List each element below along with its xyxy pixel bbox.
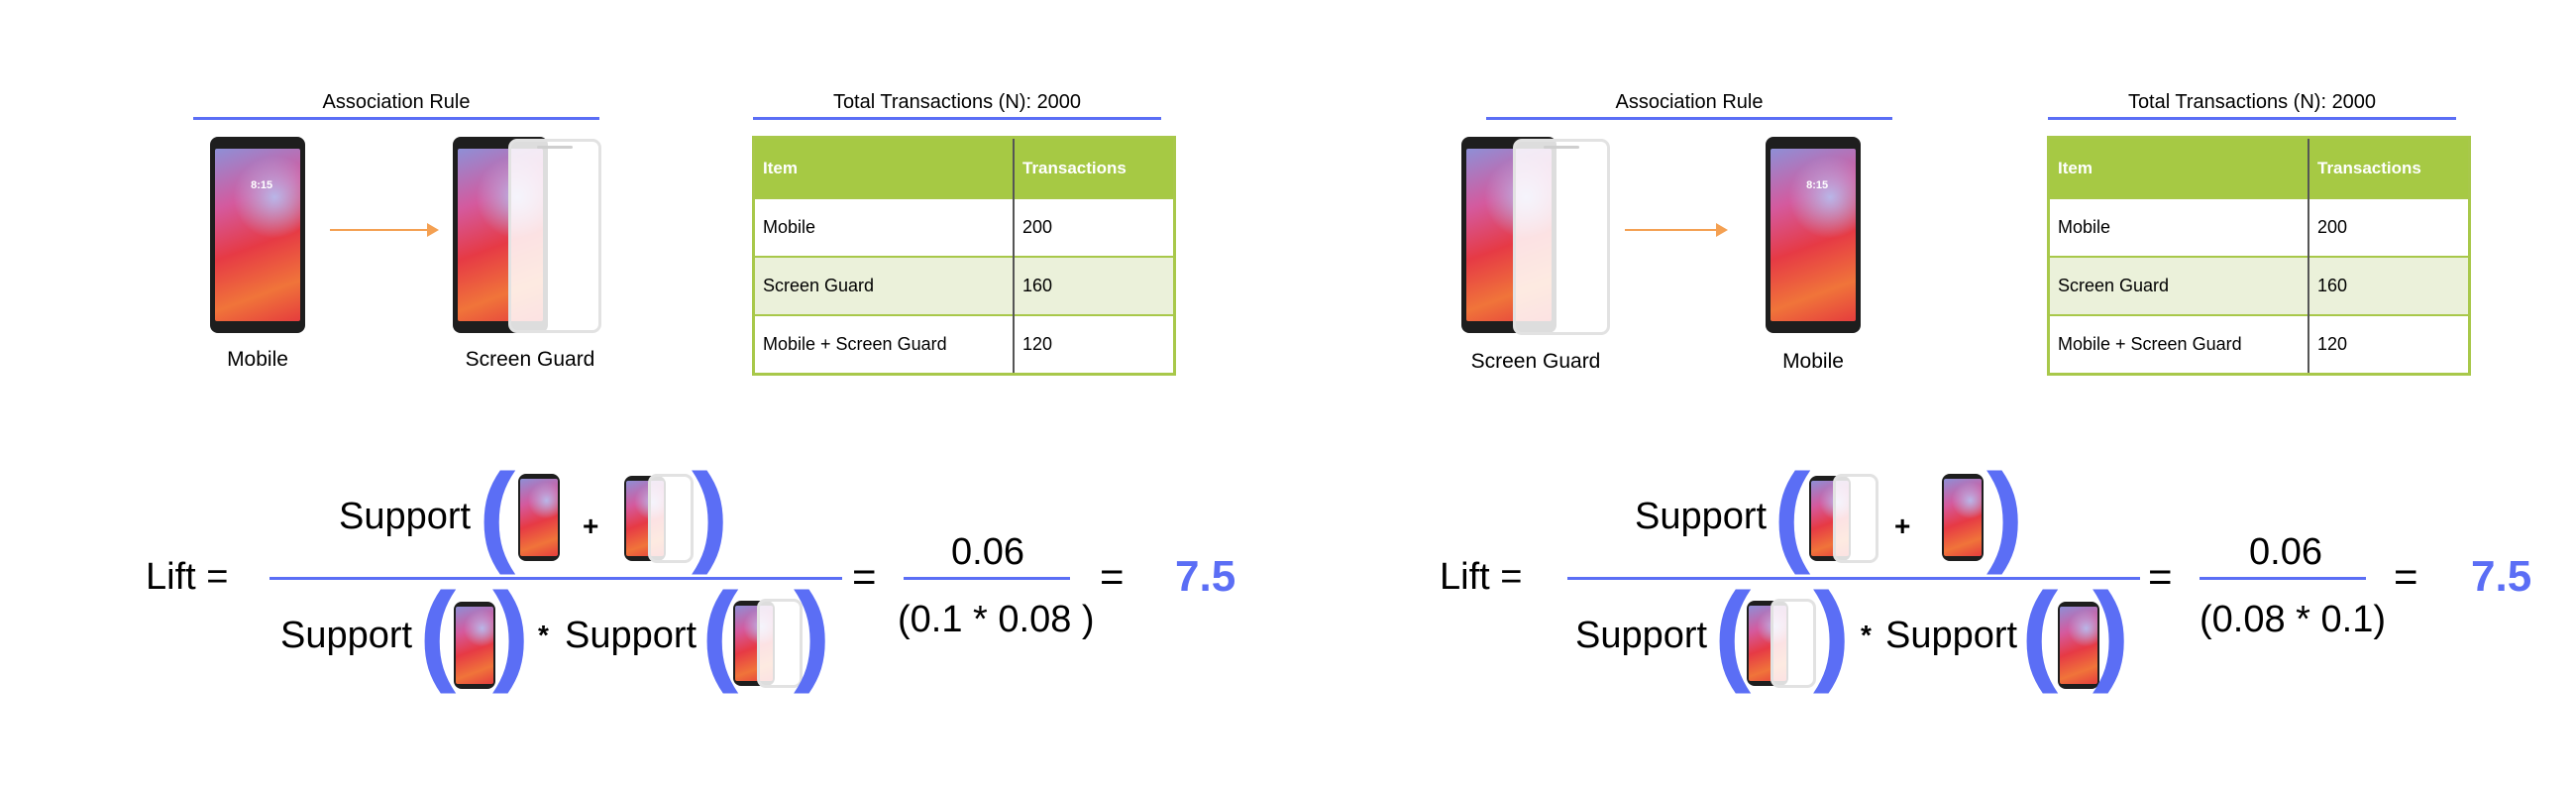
screen-guard-icon	[1747, 599, 1818, 688]
table-row: Screen Guard 160	[2048, 256, 2470, 315]
main-fraction-line	[269, 577, 842, 580]
table-cell: 200	[1014, 197, 1175, 257]
equals-sign: =	[2148, 553, 2173, 600]
table-title: Total Transactions (N): 2000	[2127, 91, 2377, 113]
antecedent-label: Mobile	[227, 348, 288, 371]
plus-sign: +	[583, 510, 599, 541]
denominator-value: (0.08 * 0.1)	[2200, 599, 2386, 640]
numerator-value: 0.06	[951, 531, 1024, 573]
plus-sign: +	[1894, 510, 1911, 541]
table-cell: Mobile + Screen Guard	[2048, 314, 2309, 375]
screen-guard-icon	[1461, 137, 1612, 335]
paren-open: (	[1714, 570, 1752, 694]
lift-result: 7.5	[1175, 552, 1236, 601]
table-cell: 120	[1014, 314, 1175, 375]
table-header-row: Item Transactions	[2048, 137, 2470, 198]
denominator-support-label-2: Support	[1885, 615, 2018, 656]
table-row: Screen Guard 160	[753, 256, 1175, 315]
paren-close: )	[2093, 570, 2130, 694]
table-row: Mobile + Screen Guard 120	[2048, 314, 2470, 375]
screen-guard-icon	[453, 137, 603, 335]
denominator-value: (0.1 * 0.08 )	[898, 599, 1095, 640]
lift-result: 7.5	[2471, 552, 2532, 601]
table-row: Mobile 200	[2048, 197, 2470, 257]
paren-open: (	[2021, 570, 2059, 694]
consequent-label: Mobile	[1782, 350, 1844, 373]
rule-panel-mobile-to-guard: Association Rule 8:15 Mobile Screen Guar…	[0, 0, 1288, 793]
rule-header-underline	[1486, 117, 1892, 120]
table-row: Mobile + Screen Guard 120	[753, 314, 1175, 375]
mobile-phone-icon: 8:15	[210, 137, 305, 333]
arrow-right-icon	[330, 229, 429, 231]
times-sign: *	[1861, 620, 1872, 650]
paren-close: )	[692, 451, 729, 575]
paren-close: )	[492, 570, 530, 694]
numerator-support-label: Support	[1635, 496, 1768, 537]
equals-sign: =	[1100, 553, 1125, 600]
numerator-value: 0.06	[2249, 531, 2322, 573]
times-sign: *	[538, 620, 549, 650]
transactions-table: Item Transactions Mobile 200 Screen Guar…	[752, 136, 1176, 376]
consequent-label: Screen Guard	[465, 348, 595, 371]
table-title: Total Transactions (N): 2000	[832, 91, 1082, 113]
table-title-underline	[753, 117, 1161, 120]
antecedent-label: Screen Guard	[1470, 350, 1601, 373]
rule-header: Association Rule	[322, 91, 471, 113]
rule-header-underline	[193, 117, 599, 120]
table-header-item: Item	[2048, 137, 2309, 198]
mobile-phone-icon	[518, 474, 560, 561]
arrow-head-icon	[1716, 223, 1728, 237]
table-cell: Mobile + Screen Guard	[753, 314, 1015, 375]
equals-sign: =	[852, 553, 877, 600]
arrow-right-icon	[1625, 229, 1718, 231]
rule-header: Association Rule	[1615, 91, 1764, 113]
lift-label: Lift =	[146, 556, 229, 598]
arrow-head-icon	[427, 223, 439, 237]
numerator-support-label: Support	[339, 496, 472, 537]
paren-open: (	[1773, 451, 1811, 575]
table-cell: 160	[2308, 256, 2470, 315]
screen-guard-icon	[1809, 474, 1880, 563]
denominator-support-label-1: Support	[1575, 615, 1708, 656]
table-header-item: Item	[753, 137, 1015, 198]
screen-guard-icon	[624, 474, 696, 563]
paren-close: )	[1986, 451, 2024, 575]
table-cell: Mobile	[2048, 197, 2309, 257]
lift-label: Lift =	[1440, 556, 1523, 598]
paren-open: (	[419, 570, 457, 694]
table-title-underline	[2048, 117, 2456, 120]
transactions-table: Item Transactions Mobile 200 Screen Guar…	[2047, 136, 2471, 376]
table-cell: Screen Guard	[2048, 256, 2309, 315]
paren-close: )	[794, 570, 831, 694]
rule-panel-guard-to-mobile: Association Rule Screen Guard 8:15 Mobil…	[1288, 0, 2576, 793]
paren-open: (	[479, 451, 516, 575]
table-header-row: Item Transactions	[753, 137, 1175, 198]
table-cell: Mobile	[753, 197, 1015, 257]
table-header-transactions: Transactions	[1014, 137, 1175, 198]
table-cell: Screen Guard	[753, 256, 1015, 315]
table-cell: 200	[2308, 197, 2470, 257]
table-cell: 120	[2308, 314, 2470, 375]
table-header-transactions: Transactions	[2308, 137, 2470, 198]
value-fraction-line	[2200, 577, 2366, 580]
denominator-support-label-2: Support	[565, 615, 698, 656]
mobile-phone-icon	[1942, 474, 1984, 561]
mobile-phone-icon	[454, 602, 495, 689]
mobile-phone-icon: 8:15	[1766, 137, 1861, 333]
table-cell: 160	[1014, 256, 1175, 315]
table-row: Mobile 200	[753, 197, 1175, 257]
denominator-support-label-1: Support	[280, 615, 413, 656]
value-fraction-line	[904, 577, 1070, 580]
paren-close: )	[1813, 570, 1851, 694]
equals-sign: =	[2394, 553, 2418, 600]
